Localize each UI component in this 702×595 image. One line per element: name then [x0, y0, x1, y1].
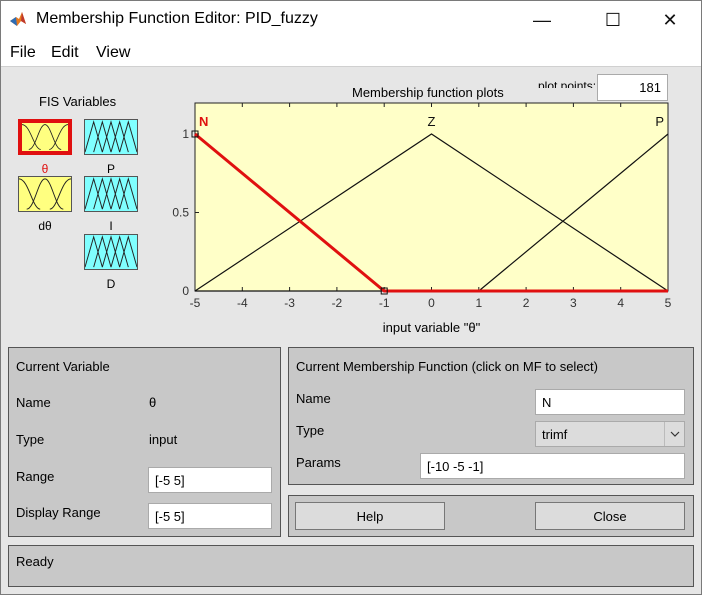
title-bar: Membership Function Editor: PID_fuzzy — … — [1, 1, 701, 39]
cv-type-label: Type — [16, 432, 45, 447]
x-tick-label: 2 — [523, 296, 530, 310]
y-tick-label: 0 — [182, 284, 189, 298]
button-panel: Help Close — [288, 495, 694, 537]
minimize-button[interactable]: — — [519, 1, 565, 39]
x-tick-label: -2 — [332, 296, 343, 310]
mf-type-label: Type — [296, 423, 325, 438]
help-button[interactable]: Help — [295, 502, 445, 530]
mf-params-input[interactable]: [-10 -5 -1] — [420, 453, 685, 479]
menu-file[interactable]: File — [10, 44, 36, 62]
current-variable-title: Current Variable — [16, 359, 110, 374]
mf-params-label: Params — [296, 455, 341, 470]
cv-range-input[interactable]: [-5 5] — [148, 467, 272, 493]
close-icon: ✕ — [662, 9, 678, 30]
mf-editor-window: Membership Function Editor: PID_fuzzy — … — [0, 0, 702, 595]
mf-name-input[interactable]: N — [535, 389, 685, 415]
plot-area — [194, 102, 669, 292]
menu-view[interactable]: View — [96, 44, 130, 62]
maximize-button[interactable]: ☐ — [590, 1, 636, 39]
x-tick-label: -5 — [190, 296, 201, 310]
mf-name-label: Name — [296, 391, 331, 406]
matlab-icon — [10, 12, 26, 26]
maximize-icon: ☐ — [604, 9, 622, 30]
x-tick-label: 4 — [617, 296, 624, 310]
top-panel: FIS Variables θ dθ P I D Membership func… — [1, 68, 701, 341]
membership-function-chart[interactable]: -5 -4 -3 -2 -1 0 1 2 3 4 5 0 0.5 1 input variable "θ" Z… — [1, 68, 701, 341]
y-tick-label: 1 — [182, 127, 189, 141]
minimize-icon: — — [533, 9, 551, 30]
close-window-button[interactable]: ✕ — [647, 1, 693, 39]
mf-type-value: trimf — [542, 427, 568, 442]
x-tick-label: 5 — [665, 296, 672, 310]
current-variable-panel: Current Variable Name θ Type input Range… — [8, 347, 281, 537]
mf-label-z: Z — [428, 114, 436, 129]
x-tick-label: -4 — [237, 296, 248, 310]
x-tick-label: 3 — [570, 296, 577, 310]
x-tick-label: -3 — [284, 296, 295, 310]
current-mf-title: Current Membership Function (click on MF… — [296, 359, 598, 374]
mf-label-p: P — [655, 114, 664, 129]
y-tick-label: 0.5 — [172, 206, 189, 220]
cv-display-range-label: Display Range — [16, 505, 101, 520]
x-tick-label: 1 — [475, 296, 482, 310]
current-mf-panel: Current Membership Function (click on MF… — [288, 347, 694, 485]
cv-display-range-input[interactable]: [-5 5] — [148, 503, 272, 529]
menu-edit[interactable]: Edit — [51, 44, 79, 62]
close-button[interactable]: Close — [535, 502, 685, 530]
status-panel: Ready — [8, 545, 694, 587]
cv-type-value: input — [149, 432, 178, 447]
x-axis-label: input variable "θ" — [383, 320, 481, 335]
chevron-down-icon — [664, 422, 684, 446]
status-text: Ready — [16, 554, 54, 569]
cv-name-label: Name — [16, 395, 51, 410]
window-title: Membership Function Editor: PID_fuzzy — [36, 10, 318, 27]
cv-range-label: Range — [16, 469, 55, 484]
x-tick-label: -1 — [379, 296, 390, 310]
mf-type-select[interactable]: trimf — [535, 421, 685, 447]
menu-bar: File Edit View — [1, 39, 701, 67]
cv-name-value: θ — [149, 395, 157, 410]
mf-label-n: N — [199, 114, 208, 129]
x-tick-label: 0 — [428, 296, 435, 310]
